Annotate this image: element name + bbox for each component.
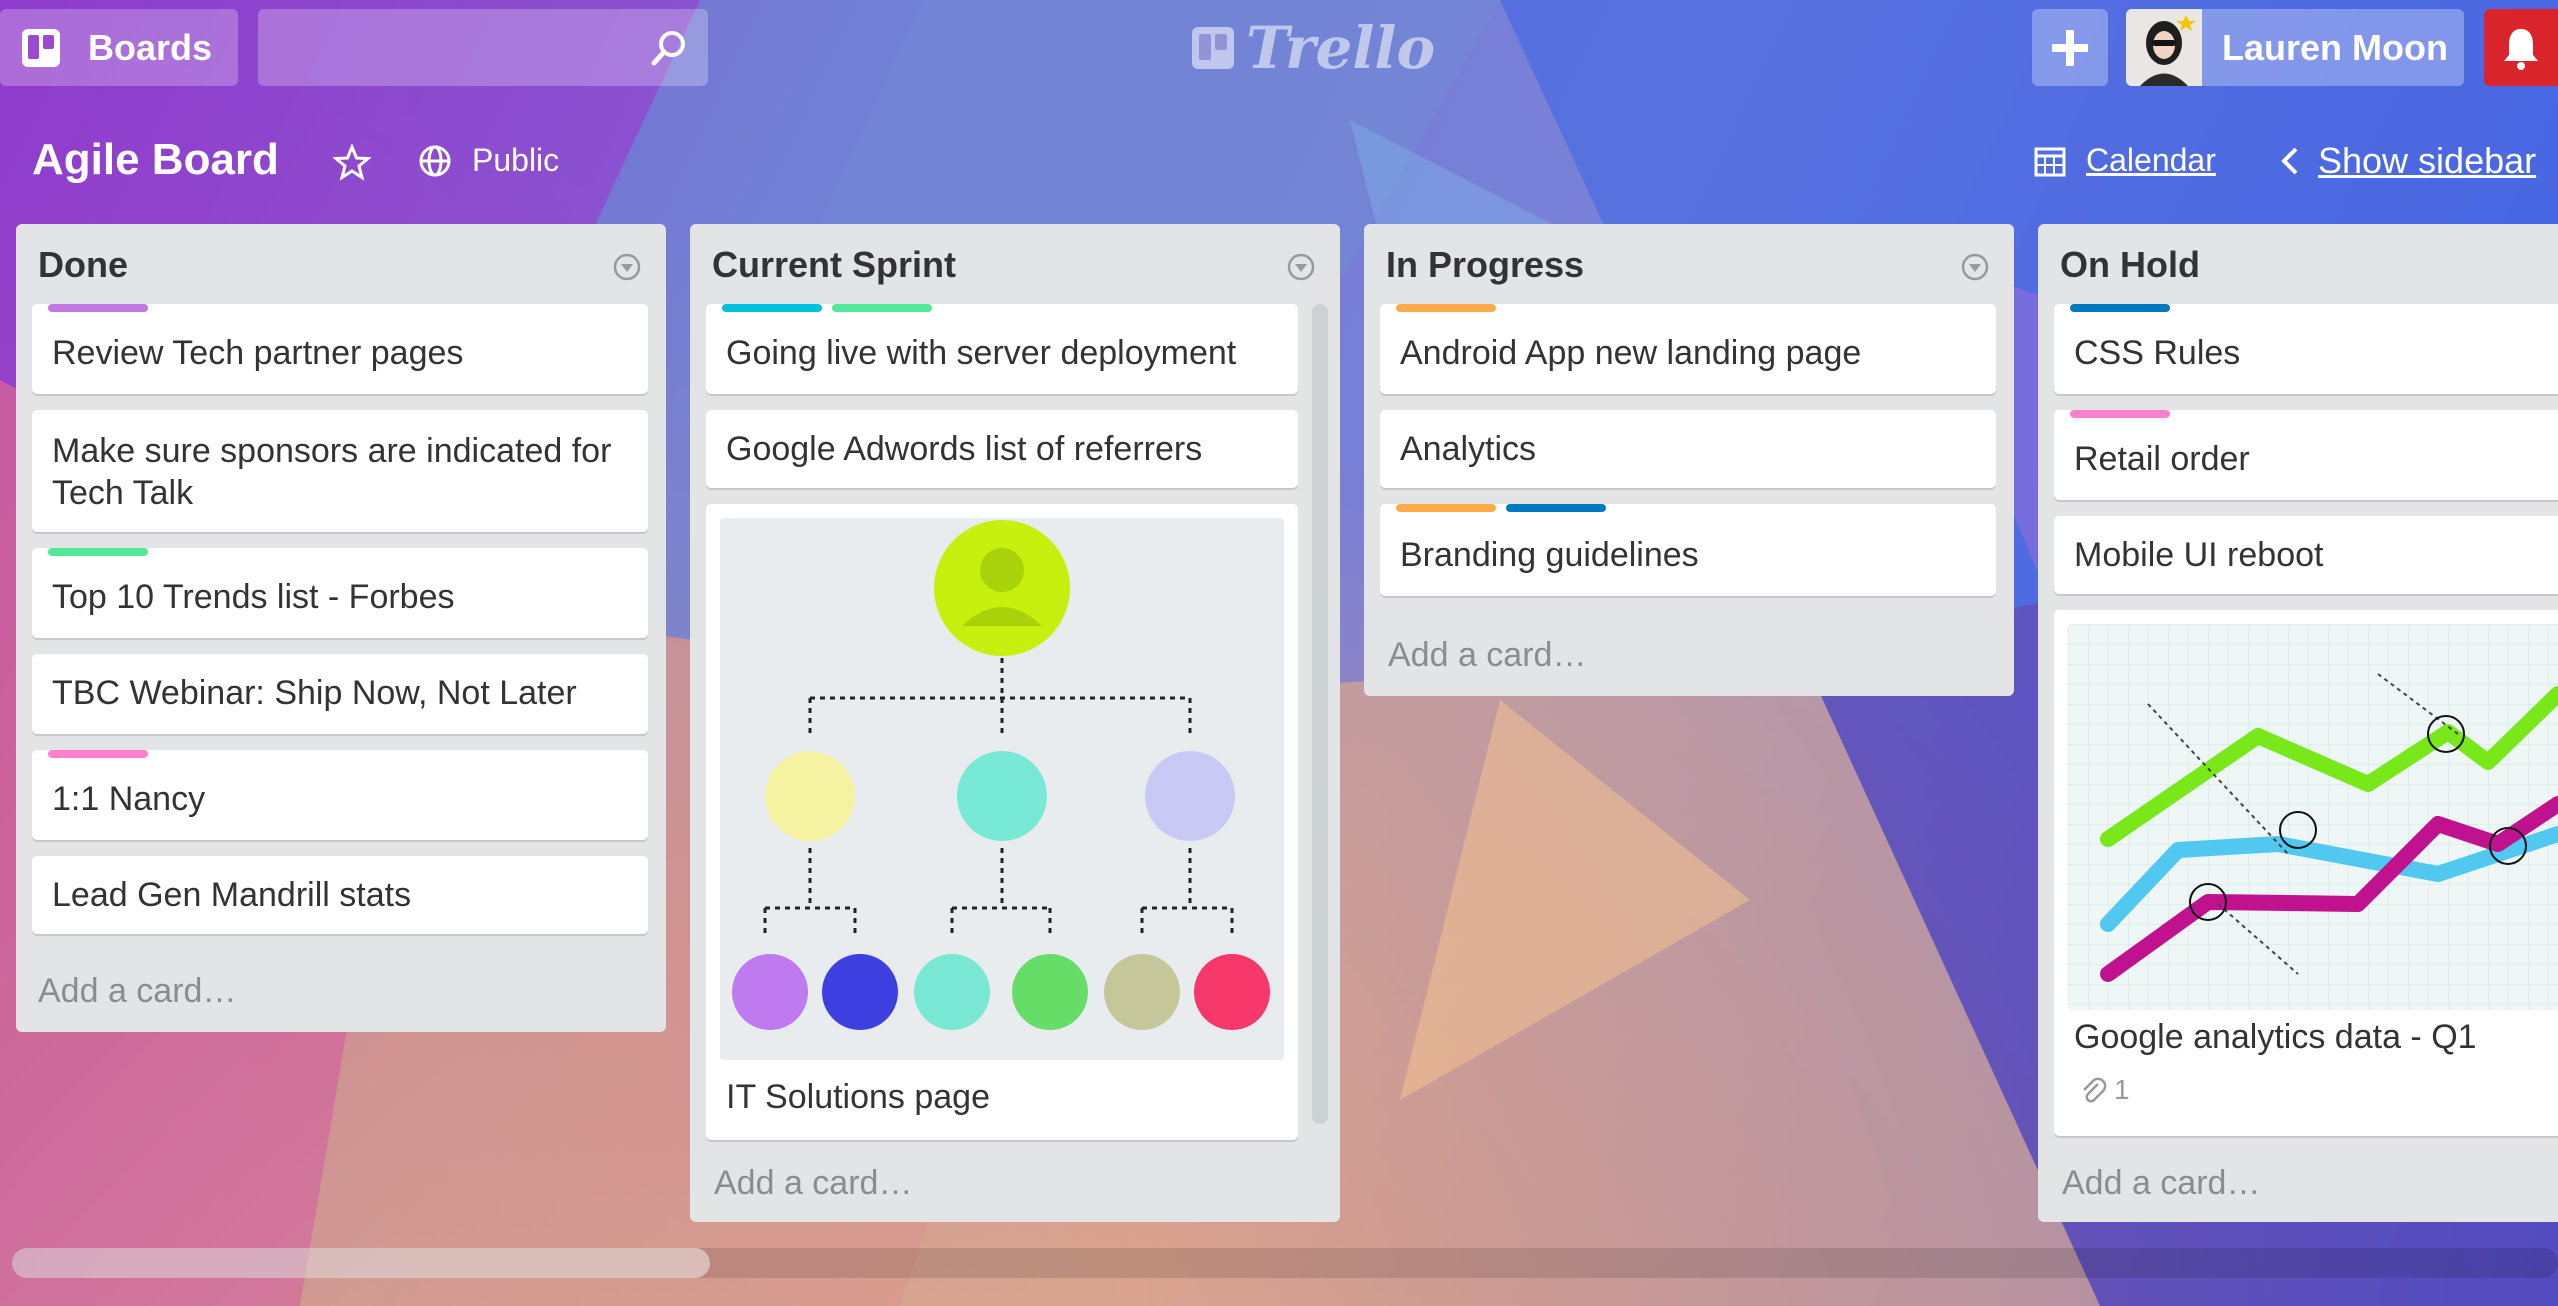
card-label xyxy=(1396,504,1496,512)
top-header: Boards Trello Lauren Moon xyxy=(0,0,2558,97)
card[interactable]: Mobile UI reboot xyxy=(2054,516,2558,594)
search-box[interactable] xyxy=(258,9,708,86)
add-card-link[interactable]: Add a card… xyxy=(38,972,236,1011)
card-title: 1:1 Nancy xyxy=(52,780,206,818)
card[interactable]: Google analytics data - Q1 1 xyxy=(2054,610,2558,1136)
card-title: Going live with server deployment xyxy=(726,334,1237,372)
board-title[interactable]: Agile Board xyxy=(32,135,279,185)
list-on-hold: On Hold CSS Rules Retail order Mobile UI… xyxy=(2038,224,2558,1222)
card[interactable]: Lead Gen Mandrill stats xyxy=(32,856,648,934)
card[interactable]: Going live with server deployment xyxy=(706,304,1298,394)
card-title: Review Tech partner pages xyxy=(52,334,464,372)
show-sidebar-button[interactable]: Show sidebar xyxy=(2278,140,2536,182)
card-title: Lead Gen Mandrill stats xyxy=(52,876,412,914)
card-label xyxy=(2070,304,2170,312)
card[interactable]: CSS Rules xyxy=(2054,304,2558,394)
card[interactable]: Branding guidelines xyxy=(1380,504,1996,596)
logo-text: Trello xyxy=(1246,14,1436,82)
chevron-left-icon xyxy=(2281,147,2298,175)
add-card-link[interactable]: Add a card… xyxy=(2062,1164,2260,1203)
list-title[interactable]: In Progress xyxy=(1386,244,1584,286)
attachment-count: 1 xyxy=(2114,1074,2130,1105)
search-input[interactable] xyxy=(258,9,708,86)
card-label xyxy=(1396,304,1496,312)
card-title: Mobile UI reboot xyxy=(2074,536,2324,574)
list-header: Done xyxy=(16,224,666,300)
card-title: Top 10 Trends list - Forbes xyxy=(52,578,455,616)
card-title: Retail order xyxy=(2074,440,2250,478)
card-title: Analytics xyxy=(1400,430,1537,468)
add-card-link[interactable]: Add a card… xyxy=(1388,636,1586,675)
card-cover-image xyxy=(2068,624,2558,1010)
card[interactable]: Review Tech partner pages xyxy=(32,304,648,394)
card[interactable]: Top 10 Trends list - Forbes xyxy=(32,548,648,638)
card-title: Branding guidelines xyxy=(1400,536,1699,574)
globe-icon xyxy=(419,145,451,176)
card-title: Google Adwords list of referrers xyxy=(726,430,1203,468)
list-header: In Progress xyxy=(1364,224,2014,300)
card-title: Android App new landing page xyxy=(1400,334,1862,372)
star-icon[interactable] xyxy=(333,144,371,182)
calendar-icon xyxy=(2034,147,2066,176)
card[interactable]: Make sure sponsors are indicated for Tec… xyxy=(32,410,648,532)
card-label xyxy=(832,304,932,312)
board-header: Agile Board Public Calendar Show sidebar xyxy=(0,122,2558,202)
list-header: On Hold xyxy=(2038,224,2558,300)
horizontal-scrollbar-thumb[interactable] xyxy=(12,1248,710,1278)
add-button[interactable] xyxy=(2032,9,2108,86)
boards-icon xyxy=(20,27,62,69)
list-title[interactable]: Current Sprint xyxy=(712,244,956,286)
add-card-link[interactable]: Add a card… xyxy=(714,1164,912,1203)
list-header: Current Sprint xyxy=(690,224,1340,300)
boards-button[interactable]: Boards xyxy=(0,9,238,86)
card[interactable]: Google Adwords list of referrers xyxy=(706,410,1298,488)
list-menu-icon[interactable] xyxy=(612,252,642,282)
card-title: Make sure sponsors are indicated for Tec… xyxy=(52,432,612,512)
user-name: Lauren Moon xyxy=(2222,26,2448,68)
card-label xyxy=(48,548,148,556)
list-done: Done Review Tech partner pages Make sure… xyxy=(16,224,666,1032)
list-current-sprint: Current Sprint Going live with server de… xyxy=(690,224,1340,1222)
boards-label: Boards xyxy=(88,26,213,68)
calendar-label: Calendar xyxy=(2086,142,2216,178)
visibility-button[interactable]: Public xyxy=(418,142,559,179)
bell-icon xyxy=(2504,28,2538,70)
member-menu-button[interactable]: Lauren Moon xyxy=(2126,9,2464,86)
trello-logo-icon xyxy=(1192,27,1234,69)
search-icon[interactable] xyxy=(648,27,690,69)
card-title: CSS Rules xyxy=(2074,334,2241,372)
card-title: IT Solutions page xyxy=(726,1078,990,1116)
plus-icon xyxy=(2052,29,2088,66)
notifications-button[interactable] xyxy=(2484,9,2558,86)
list-menu-icon[interactable] xyxy=(1286,252,1316,282)
list-title[interactable]: Done xyxy=(38,244,128,286)
visibility-label: Public xyxy=(472,142,560,178)
show-sidebar-label: Show sidebar xyxy=(2318,140,2537,181)
avatar xyxy=(2126,9,2202,86)
list-menu-icon[interactable] xyxy=(1960,252,1990,282)
calendar-button[interactable]: Calendar xyxy=(2034,142,2216,179)
card[interactable]: Retail order xyxy=(2054,410,2558,500)
card-label xyxy=(2070,410,2170,418)
card-title: TBC Webinar: Ship Now, Not Later xyxy=(52,674,577,712)
card-label xyxy=(48,304,148,312)
card-label xyxy=(1506,504,1606,512)
attachment-icon xyxy=(2083,1077,2107,1103)
card[interactable]: 1:1 Nancy xyxy=(32,750,648,840)
list-title[interactable]: On Hold xyxy=(2060,244,2200,286)
card[interactable]: IT Solutions page xyxy=(706,504,1298,1140)
card[interactable]: Analytics xyxy=(1380,410,1996,488)
card[interactable]: Android App new landing page xyxy=(1380,304,1996,394)
card-label xyxy=(48,750,148,758)
list-in-progress: In Progress Android App new landing page… xyxy=(1364,224,2014,696)
card-label xyxy=(722,304,822,312)
card-cover-image xyxy=(720,518,1284,1060)
card[interactable]: TBC Webinar: Ship Now, Not Later xyxy=(32,654,648,734)
list-scrollbar[interactable] xyxy=(1312,304,1328,1124)
trello-logo[interactable]: Trello xyxy=(1190,14,1435,82)
card-title: Google analytics data - Q1 xyxy=(2074,1018,2477,1056)
